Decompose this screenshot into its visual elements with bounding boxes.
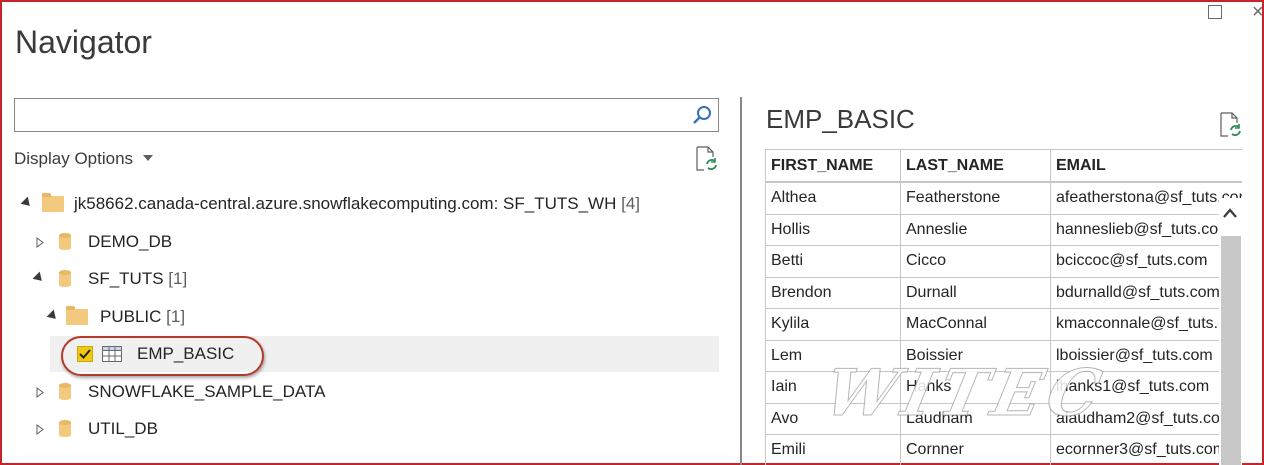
table-cell: Kylila [765,308,901,341]
expand-right-icon[interactable] [36,237,44,248]
preview-title: EMP_BASIC [766,104,915,134]
table-row: Betti Cicco bciccoc@sf_tuts.com [765,245,1242,278]
table-row: Althea Featherstone afeatherstona@sf_tuts.… [765,181,1242,215]
tree-item-text: PUBLIC [1] [100,299,185,335]
close-icon[interactable]: × [1252,2,1264,22]
table-cell: bdurnalld@sf_tuts.com [1050,276,1242,309]
table-cell: hanneslieb@sf_tuts.com [1050,213,1242,246]
table-cell: Featherstone [900,181,1051,215]
column-header[interactable]: EMAIL [1050,149,1242,183]
table-cell: Emili [765,434,901,465]
tree-item-public[interactable]: PUBLIC [1] [14,299,719,335]
folder-icon [42,193,64,212]
tree-root-text: jk58662.canada-central.azure.snowflakeco… [74,186,640,222]
table-cell: Anneslie [900,213,1051,246]
refresh-icon[interactable] [694,146,718,172]
chevron-down-icon [143,154,154,161]
display-options-label: Display Options [14,149,134,168]
search-icon[interactable] [692,105,712,125]
table-cell: Hollis [765,213,901,246]
watermark-logo: WITEC [818,356,1114,432]
table-cell: Cicco [900,245,1051,278]
tree-item-label: PUBLIC [100,307,162,326]
preview-refresh-icon[interactable] [1218,112,1242,138]
column-header[interactable]: LAST_NAME [900,149,1051,183]
table-row: Brendon Durnall bdurnalld@sf_tuts.com [765,276,1242,309]
expand-right-icon[interactable] [36,424,44,435]
expand-down-icon[interactable] [32,271,46,285]
database-icon [59,383,71,400]
database-icon [59,270,71,287]
tree-item-count: [1] [168,269,188,288]
table-cell: Cornner [900,434,1051,465]
table-cell: bciccoc@sf_tuts.com [1050,245,1242,278]
tree-root-count: [4] [621,194,640,213]
display-options-dropdown[interactable]: Display Options [14,149,154,169]
table-cell: MacConnal [900,308,1051,341]
expand-down-icon[interactable] [20,196,34,210]
table-cell: Brendon [765,276,901,309]
tree-item-label: UTIL_DB [88,419,158,438]
table-row: Kylila MacConnal kmacconnale@sf_tuts.com [765,308,1242,341]
expand-down-icon[interactable] [46,309,60,323]
maximize-icon[interactable] [1208,5,1222,19]
table-cell: kmacconnale@sf_tuts.com [1050,308,1242,341]
tree-item-label: SF_TUTS [88,269,164,288]
tree-root-label: jk58662.canada-central.azure.snowflakeco… [74,194,617,213]
scrollbar-thumb[interactable] [1221,236,1241,465]
table-cell: afeatherstona@sf_tuts.com [1050,181,1242,215]
table-row: Hollis Anneslie hanneslieb@sf_tuts.com [765,213,1242,246]
folder-icon [66,306,88,325]
tree-item-count: [1] [166,307,186,326]
tree-item-util-db[interactable]: UTIL_DB [14,411,719,447]
table-cell: ecornner3@sf_tuts.com [1050,434,1242,465]
database-icon [59,233,71,250]
expand-right-icon[interactable] [36,387,44,398]
table-cell: Durnall [900,276,1051,309]
tree-item-snowflake-sample-data[interactable]: SNOWFLAKE_SAMPLE_DATA [14,374,719,410]
table-cell: Betti [765,245,901,278]
column-header[interactable]: FIRST_NAME [765,149,901,183]
tree-root-server[interactable]: jk58662.canada-central.azure.snowflakeco… [14,186,719,222]
table-cell: Althea [765,181,901,215]
pane-divider[interactable] [740,97,742,465]
database-icon [59,420,71,437]
tree-item-sf-tuts[interactable]: SF_TUTS [1] [14,261,719,297]
tree-item-demo-db[interactable]: DEMO_DB [14,224,719,260]
chevron-up-icon[interactable] [1221,205,1239,223]
dialog-title: Navigator [15,24,152,60]
tree-item-label: DEMO_DB [88,232,173,251]
table-header-row: FIRST_NAME LAST_NAME EMAIL [765,149,1242,183]
highlight-annotation [61,336,264,376]
tree-item-text: SF_TUTS [1] [88,261,187,297]
table-row: Emili Cornner ecornner3@sf_tuts.com [765,434,1242,465]
search-input[interactable] [14,98,719,132]
tree-item-label: SNOWFLAKE_SAMPLE_DATA [88,382,326,401]
